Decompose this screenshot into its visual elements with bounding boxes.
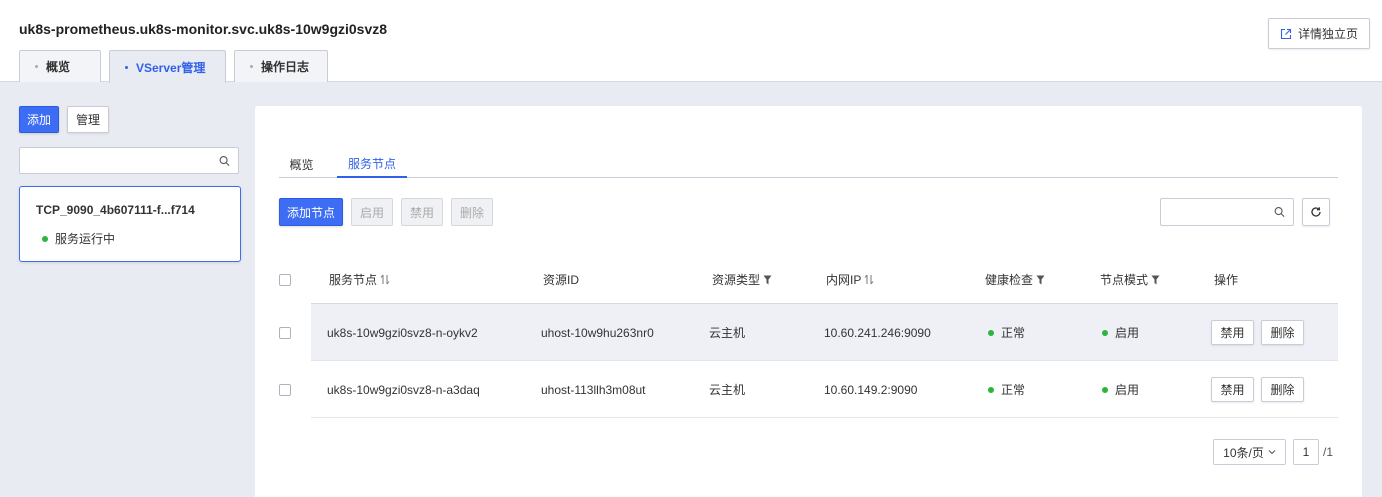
row-disable-button[interactable]: 禁用	[1211, 377, 1254, 402]
filter-icon	[763, 275, 772, 284]
cell-mode-label: 启用	[1115, 383, 1140, 397]
status-dot-icon	[1102, 386, 1108, 393]
page-title: uk8s-prometheus.uk8s-monitor.svc.uk8s-10…	[19, 21, 388, 37]
cell-health: 正常	[988, 304, 1025, 361]
row-checkbox[interactable]	[279, 384, 291, 396]
column-header-ip-label: 内网IP	[826, 273, 862, 287]
page-size-label: 10条/页	[1223, 445, 1264, 460]
table-row[interactable]: uk8s-10w9gzi0svz8-n-oykv2 uhost-10w9hu26…	[311, 304, 1338, 361]
vserver-card[interactable]: TCP_9090_4b607111-f...f714 服务运行中	[19, 186, 241, 262]
tab-dot	[35, 65, 38, 68]
search-icon[interactable]	[219, 155, 230, 166]
cell-ip: 10.60.241.246:9090	[824, 325, 931, 340]
column-header-node-label: 服务节点	[329, 273, 378, 287]
inner-tabs: 概览 服务节点	[279, 151, 1338, 178]
tab-vserver-management[interactable]: VServer管理	[109, 50, 226, 83]
refresh-icon	[1311, 207, 1321, 217]
cell-resource-id: uhost-10w9hu263nr0	[541, 325, 654, 340]
open-detail-page-button[interactable]: 详情独立页	[1268, 18, 1370, 49]
cell-mode-label: 启用	[1115, 326, 1140, 340]
table-row[interactable]: uk8s-10w9gzi0svz8-n-a3daq uhost-113llh3m…	[311, 361, 1338, 418]
column-header-node[interactable]: 服务节点	[329, 256, 390, 303]
cell-resource-type: 云主机	[709, 383, 746, 397]
row-checkbox[interactable]	[279, 327, 291, 339]
sort-icon	[380, 274, 390, 285]
main-panel: 概览 服务节点 添加节点 启用 禁用 删除 服务节点 资源ID 资源类型 内网I…	[255, 106, 1362, 497]
filter-icon	[1151, 275, 1160, 284]
cell-health-label: 正常	[1001, 326, 1026, 340]
sort-icon	[864, 274, 874, 285]
tab-operation-log[interactable]: 操作日志	[234, 50, 328, 82]
vserver-status-label: 服务运行中	[55, 232, 116, 246]
column-header-resource-type[interactable]: 资源类型	[712, 256, 772, 303]
tab-vserver-management-label: VServer管理	[136, 60, 206, 75]
column-header-actions: 操作	[1214, 273, 1239, 287]
column-header-resource-id: 资源ID	[543, 273, 580, 287]
node-search	[1160, 198, 1294, 226]
refresh-button[interactable]	[1302, 198, 1330, 226]
cell-node: uk8s-10w9gzi0svz8-n-oykv2	[327, 325, 478, 340]
row-delete-button[interactable]: 删除	[1261, 320, 1304, 345]
page-total: /1	[1323, 445, 1334, 459]
tab-dot	[250, 65, 253, 68]
inner-tab-service-nodes[interactable]: 服务节点	[337, 151, 407, 178]
status-dot-icon	[988, 329, 994, 336]
vserver-search	[19, 147, 239, 174]
page-header: uk8s-prometheus.uk8s-monitor.svc.uk8s-10…	[0, 0, 1382, 83]
tab-operation-log-label: 操作日志	[261, 60, 310, 74]
status-dot-icon	[988, 386, 994, 393]
status-dot-icon	[1102, 329, 1108, 336]
cell-ip: 10.60.149.2:9090	[824, 382, 918, 397]
current-page-input[interactable]: 1	[1293, 439, 1319, 465]
tab-dot	[125, 65, 128, 69]
column-header-health-label: 健康检查	[985, 273, 1034, 287]
page-size-select[interactable]: 10条/页	[1213, 439, 1286, 465]
vserver-name: TCP_9090_4b607111-f...f714	[36, 203, 195, 217]
cell-health-label: 正常	[1001, 383, 1026, 397]
tab-overview[interactable]: 概览	[19, 50, 101, 82]
external-link-icon	[1280, 28, 1292, 39]
status-dot-icon	[42, 235, 48, 242]
add-vserver-button[interactable]: 添加	[19, 106, 59, 133]
column-header-mode-label: 节点模式	[1100, 273, 1149, 287]
column-header-mode[interactable]: 节点模式	[1100, 256, 1160, 303]
row-disable-button[interactable]: 禁用	[1211, 320, 1254, 345]
tab-overview-label: 概览	[46, 60, 71, 74]
vserver-search-input[interactable]	[20, 148, 238, 173]
enable-button[interactable]: 启用	[351, 198, 393, 226]
vserver-status: 服务运行中	[42, 230, 115, 247]
row-delete-button[interactable]: 删除	[1261, 377, 1304, 402]
open-detail-page-label: 详情独立页	[1297, 27, 1358, 41]
column-header-ip[interactable]: 内网IP	[826, 256, 874, 303]
chevron-down-icon	[1268, 450, 1276, 455]
search-icon[interactable]	[1274, 207, 1285, 218]
select-all-checkbox[interactable]	[279, 274, 291, 286]
inner-tab-overview[interactable]: 概览	[279, 151, 324, 178]
column-header-resource-type-label: 资源类型	[712, 273, 761, 287]
header-tabs: 概览 VServer管理 操作日志	[19, 50, 328, 83]
delete-button[interactable]: 删除	[451, 198, 493, 226]
cell-health: 正常	[988, 361, 1025, 418]
cell-mode: 启用	[1102, 361, 1139, 418]
table-header: 服务节点 资源ID 资源类型 内网IP 健康检查 节点模式 操作	[279, 256, 1338, 303]
disable-button[interactable]: 禁用	[401, 198, 443, 226]
cell-resource-id: uhost-113llh3m08ut	[541, 382, 646, 397]
filter-icon	[1036, 275, 1045, 284]
cell-node: uk8s-10w9gzi0svz8-n-a3daq	[327, 382, 480, 397]
add-node-button[interactable]: 添加节点	[279, 198, 343, 226]
cell-resource-type: 云主机	[709, 326, 746, 340]
column-header-health[interactable]: 健康检查	[985, 256, 1045, 303]
manage-vserver-button[interactable]: 管理	[67, 106, 109, 133]
cell-mode: 启用	[1102, 304, 1139, 361]
